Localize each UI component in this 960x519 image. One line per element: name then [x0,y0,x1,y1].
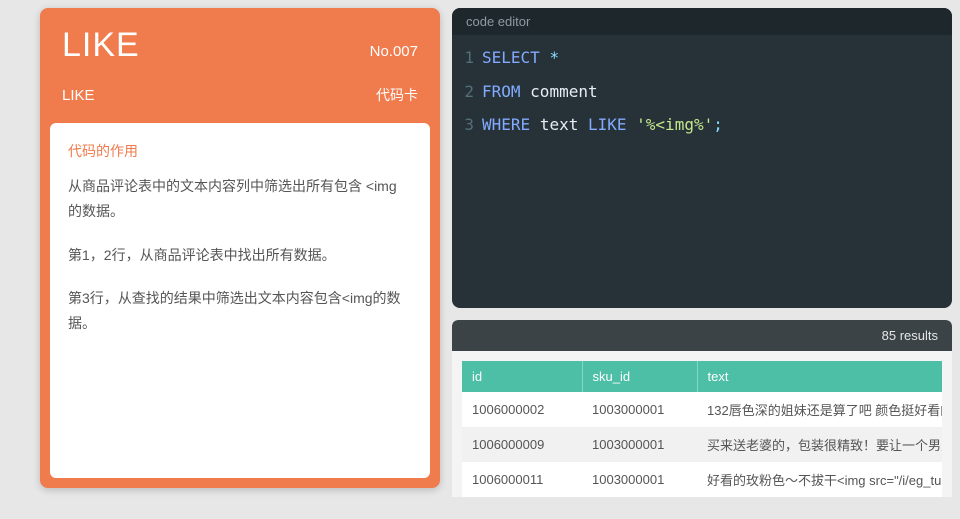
cell-text: 132唇色深的姐妹还是算了吧 颜色挺好看的 [697,392,942,427]
cell-id: 1006000002 [462,392,582,427]
section-title: 代码的作用 [68,139,412,164]
card-title: LIKE [62,26,140,65]
line-gutter: 1 2 3 [452,41,482,308]
code-editor[interactable]: code editor 1 2 3 SELECT *FROM commentWH… [452,8,952,308]
card-paragraph: 第3行，从查找的结果中筛选出文本内容包含<img的数据。 [68,286,412,336]
cell-text: 好看的玫粉色～不拔干<img src="/i/eg_tuli [697,462,942,497]
right-pane: code editor 1 2 3 SELECT *FROM commentWH… [452,0,960,519]
editor-body[interactable]: 1 2 3 SELECT *FROM commentWHERE text LIK… [452,35,952,308]
results-panel: 85 results id sku_id text [452,320,952,497]
cell-id: 1006000009 [462,427,582,462]
results-table-wrap: id sku_id text 1006000002 1003000001 132… [452,351,952,497]
card-body: 代码的作用 从商品评论表中的文本内容列中筛选出所有包含 <img 的数据。 第1… [50,123,430,478]
cell-sku: 1003000001 [582,462,697,497]
results-table: id sku_id text 1006000002 1003000001 132… [462,361,942,497]
table-row[interactable]: 1006000009 1003000001 买来送老婆的，包装很精致！要让一个男… [462,427,942,462]
line-number: 1 [452,41,474,75]
table-row[interactable]: 1006000011 1003000001 好看的玫粉色～不拔干<img src… [462,462,942,497]
col-header-id[interactable]: id [462,361,582,392]
line-number: 2 [452,75,474,109]
cell-text: 买来送老婆的，包装很精致！要让一个男人去 [697,427,942,462]
card-number: No.007 [370,43,418,60]
code-line[interactable]: WHERE text LIKE '%<img%'; [482,108,952,142]
cell-sku: 1003000001 [582,392,697,427]
col-header-sku[interactable]: sku_id [582,361,697,392]
table-row[interactable]: 1006000002 1003000001 132唇色深的姐妹还是算了吧 颜色挺… [462,392,942,427]
card-tag: 代码卡 [376,85,418,105]
app-root: LIKE No.007 LIKE 代码卡 代码的作用 从商品评论表中的文本内容列… [0,0,960,519]
card-header: LIKE No.007 LIKE 代码卡 [40,8,440,113]
table-header-row: id sku_id text [462,361,942,392]
col-header-text[interactable]: text [697,361,942,392]
card-subtitle: LIKE [62,87,95,104]
card-paragraph: 第1，2行，从商品评论表中找出所有数据。 [68,243,412,268]
card-paragraph: 从商品评论表中的文本内容列中筛选出所有包含 <img 的数据。 [68,174,412,224]
cell-id: 1006000011 [462,462,582,497]
code-line[interactable]: FROM comment [482,75,952,109]
info-card: LIKE No.007 LIKE 代码卡 代码的作用 从商品评论表中的文本内容列… [40,8,440,488]
results-summary: 85 results [452,320,952,351]
editor-title: code editor [452,8,952,35]
code-line[interactable]: SELECT * [482,41,952,75]
line-number: 3 [452,108,474,142]
cell-sku: 1003000001 [582,427,697,462]
code-area[interactable]: SELECT *FROM commentWHERE text LIKE '%<i… [482,41,952,308]
